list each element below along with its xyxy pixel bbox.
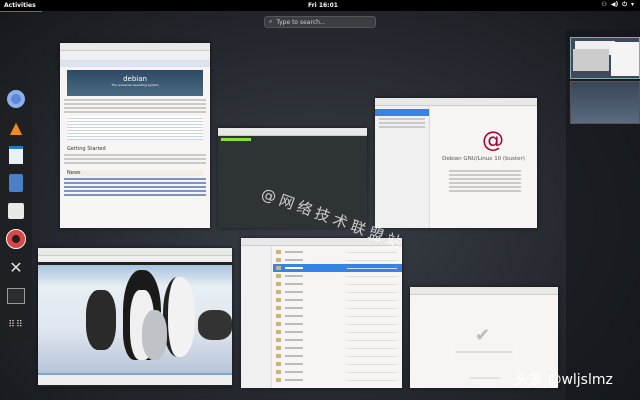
files-window[interactable] (241, 238, 402, 388)
folder-icon (276, 282, 281, 286)
libreoffice-impress-icon[interactable] (6, 145, 26, 165)
getting-started-heading: Getting Started (67, 146, 106, 152)
workspace-thumbnail-1[interactable] (570, 37, 640, 79)
file-row[interactable] (273, 256, 402, 264)
volume-icon: ◀) (610, 1, 619, 8)
file-row[interactable] (273, 296, 402, 304)
show-applications-icon[interactable]: ⠿⠿ (6, 315, 26, 335)
file-row[interactable] (273, 288, 402, 296)
firefox-titlebar[interactable] (60, 43, 210, 51)
folder-icon (276, 362, 281, 366)
debian-brand: debian (123, 75, 147, 83)
search-input[interactable]: ⌕ Type to search... (264, 16, 376, 28)
folder-icon (276, 250, 281, 254)
clock[interactable]: Fri 16:01 (308, 2, 338, 9)
file-row[interactable] (273, 312, 402, 320)
file-row[interactable] (273, 320, 402, 328)
file-row[interactable] (273, 328, 402, 336)
vlc-controls[interactable] (38, 373, 232, 385)
terminal-titlebar[interactable] (218, 128, 367, 136)
video-frame-penguins (38, 265, 232, 373)
terminal-icon[interactable] (6, 286, 26, 306)
folder-icon (276, 370, 281, 374)
folder-icon (276, 258, 281, 262)
vlc-icon[interactable]: ▲ (6, 117, 26, 137)
folder-icon (276, 378, 281, 382)
os-name: Debian GNU/Linux 10 (buster) (442, 156, 525, 162)
power-icon: ⏻ (622, 1, 627, 8)
debian-banner: debian The universal operating system (67, 70, 203, 96)
folder-icon (276, 354, 281, 358)
folder-icon (276, 330, 281, 334)
folder-icon (276, 306, 281, 310)
vlc-window[interactable] (38, 248, 232, 387)
search-placeholder: Type to search... (276, 18, 326, 26)
folder-icon (276, 338, 281, 342)
network-icon: ⚇ (601, 1, 607, 8)
software-titlebar[interactable] (410, 287, 558, 295)
folder-icon (276, 290, 281, 294)
folder-icon (276, 314, 281, 318)
checkmark-icon: ✔ (475, 325, 491, 346)
debian-tagline: The universal operating system (111, 83, 159, 87)
file-row[interactable] (273, 344, 402, 352)
file-row[interactable] (273, 272, 402, 280)
tweaks-icon[interactable]: ✕ (6, 257, 26, 277)
chevron-down-icon: ▾ (630, 1, 634, 8)
file-row[interactable] (273, 352, 402, 360)
system-menu[interactable]: ⚇ ◀) ⏻ ▾ (601, 1, 634, 9)
file-row[interactable] (273, 280, 402, 288)
file-row[interactable] (273, 264, 402, 272)
chromium-icon[interactable] (6, 89, 26, 109)
file-row[interactable] (273, 336, 402, 344)
help-icon[interactable] (6, 229, 26, 249)
folder-icon (276, 274, 281, 278)
news-heading: News (67, 170, 203, 176)
watermark-corner: 头条 @wljslmz (515, 372, 613, 388)
software-icon[interactable] (6, 201, 26, 221)
top-bar: Activities Fri 16:01 ⚇ ◀) ⏻ ▾ (0, 0, 640, 12)
folder-icon (276, 322, 281, 326)
file-row[interactable] (273, 304, 402, 312)
file-list (273, 248, 402, 384)
folder-icon (276, 298, 281, 302)
workspace-thumbnail-2[interactable] (570, 81, 640, 124)
settings-titlebar[interactable] (375, 98, 537, 106)
file-row[interactable] (273, 360, 402, 368)
search-icon: ⌕ (269, 18, 273, 25)
dash: ▲ ✕ ⠿⠿ (0, 82, 32, 342)
folder-icon (276, 346, 281, 350)
firefox-window[interactable]: debian The universal operating system Ge… (60, 43, 210, 228)
settings-window[interactable]: @ Debian GNU/Linux 10 (buster) (375, 98, 537, 228)
debian-swirl-logo: @ (482, 128, 504, 153)
file-row[interactable] (273, 248, 402, 256)
activities-button[interactable]: Activities (0, 2, 42, 12)
file-row[interactable] (273, 376, 402, 384)
vlc-titlebar[interactable] (38, 248, 232, 256)
folder-icon (276, 266, 281, 270)
text-editor-icon[interactable] (6, 173, 26, 193)
file-row[interactable] (273, 368, 402, 376)
